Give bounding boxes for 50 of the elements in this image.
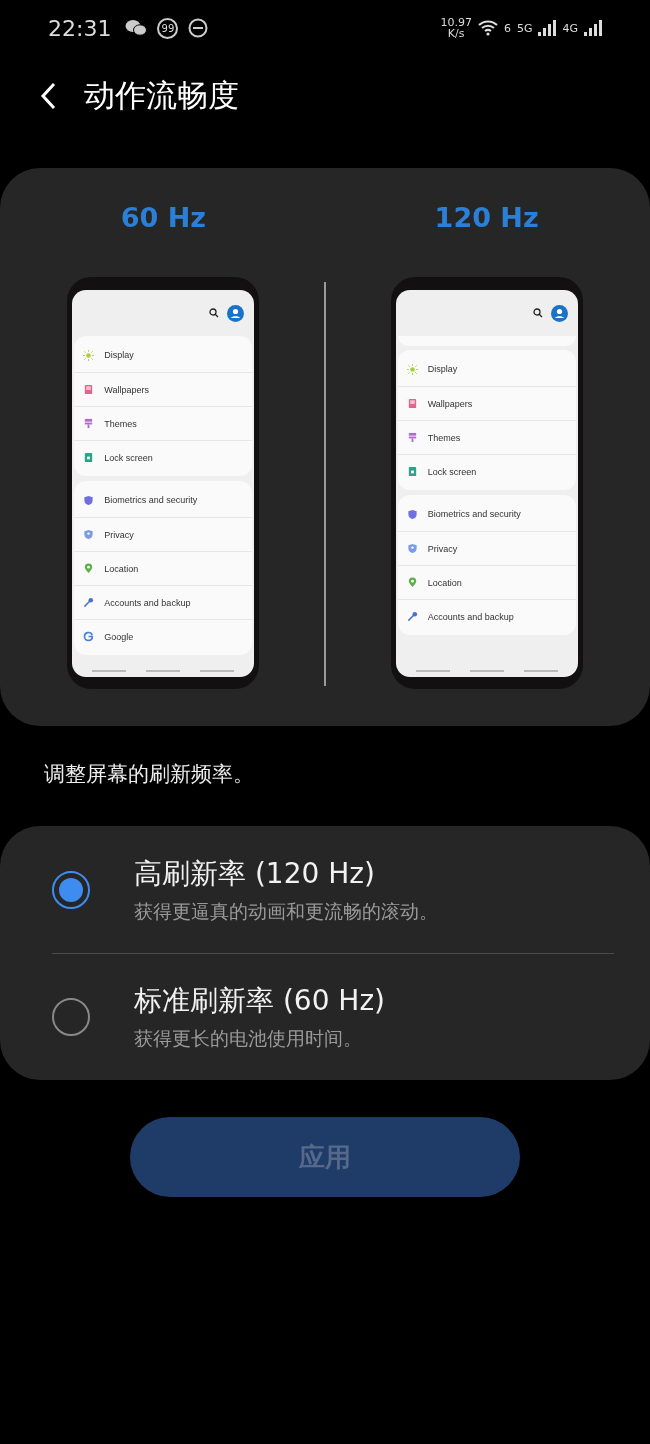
back-icon[interactable] — [40, 82, 56, 110]
settings-item-label: Accounts and backup — [104, 597, 191, 608]
settings-item-label: Display — [427, 364, 458, 374]
settings-item-label: Lock screen — [427, 466, 477, 477]
nav-bar-line-icon — [200, 670, 235, 672]
settings-item-label: Location — [104, 563, 139, 574]
settings-item-label: Wallpapers — [104, 384, 149, 395]
page-title: 动作流畅度 — [84, 76, 239, 115]
status-time: 22:31 — [48, 15, 112, 41]
radio-button[interactable] — [52, 870, 90, 909]
avatar-icon — [227, 304, 245, 322]
description-text: 调整屏幕的刷新频率。 — [43, 761, 255, 788]
radio-button[interactable] — [52, 998, 90, 1036]
nav-bar-line-icon — [415, 670, 450, 672]
wifi-band-label: 6 — [503, 22, 511, 34]
option-subtitle: 获得更长的电池使用时间。 — [134, 1026, 363, 1051]
refresh-rate-label: 60 Hz — [120, 202, 206, 233]
minus-circle-icon — [188, 18, 209, 38]
settings-item-label: Lock screen — [104, 452, 153, 463]
option-title: 高刷新率 (120 Hz) — [134, 855, 376, 892]
signal-icon — [538, 20, 557, 36]
chat-bubbles-icon — [125, 19, 148, 37]
notification-count-badge: 99 — [157, 17, 179, 39]
settings-item-label: Location — [427, 577, 462, 588]
network-speed: 10.97 — [440, 17, 472, 28]
wifi-icon — [477, 19, 498, 37]
option-subtitle: 获得更逼真的动画和更流畅的滚动。 — [134, 898, 438, 924]
settings-item-label: Privacy — [427, 543, 458, 554]
settings-item-label: Accounts and backup — [427, 611, 514, 622]
search-icon — [209, 308, 220, 318]
settings-item-label: Display — [104, 350, 134, 360]
settings-item-label: Themes — [104, 418, 137, 429]
settings-item-label: Wallpapers — [427, 398, 473, 409]
settings-item-label: Google — [104, 631, 134, 642]
nav-bar-line-icon — [523, 670, 558, 672]
network-type-label: 5G — [516, 22, 533, 34]
network-speed-unit: K/s — [447, 28, 465, 39]
nav-bar-line-icon — [469, 670, 504, 672]
settings-item-label: Biometrics and security — [104, 495, 198, 505]
avatar-icon — [550, 304, 568, 322]
settings-item-label: Privacy — [104, 529, 134, 540]
nav-bar-line-icon — [146, 670, 181, 672]
settings-item-label: Biometrics and security — [427, 509, 521, 519]
nav-bar-line-icon — [92, 670, 127, 672]
network-type-label: 4G — [562, 22, 578, 34]
refresh-rate-label: 120 Hz — [434, 202, 539, 233]
signal-icon — [584, 20, 602, 36]
settings-item-label: Themes — [427, 432, 461, 443]
search-icon — [532, 308, 543, 318]
option-title: 标准刷新率 (60 Hz) — [134, 983, 386, 1019]
